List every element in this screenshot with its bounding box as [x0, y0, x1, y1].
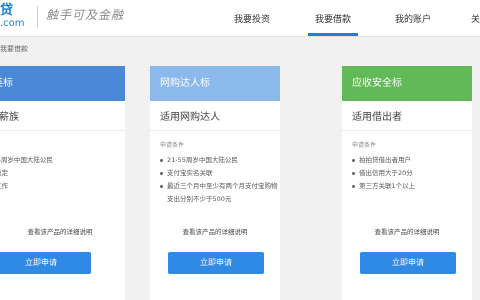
- card-divider: [0, 130, 125, 131]
- apply-button[interactable]: 立即申请: [168, 252, 264, 274]
- card-subtitle: 适用网购达人: [160, 112, 220, 123]
- nav-more[interactable]: 关: [471, 12, 480, 25]
- card-title: 应收安全标: [342, 66, 472, 101]
- nav-account[interactable]: 我的账户: [395, 12, 431, 25]
- condition-item: 收入稳定: [0, 167, 93, 180]
- condition-item: 最近三个月中至少有两个月支付宝购物: [160, 180, 278, 193]
- card-divider: [150, 130, 280, 131]
- condition-item: 稳定工作: [0, 180, 93, 193]
- product-card-online-shopper: 网购达人标 适用网购达人 申请条件 21-55周岁中国大陆公民 支付宝实名关联 …: [150, 66, 280, 300]
- breadcrumb: 我要借款: [0, 45, 28, 53]
- nav-borrow[interactable]: 我要借款: [315, 12, 351, 25]
- nav-active-indicator: [308, 33, 358, 36]
- conditions-list: 拍拍贷借出者用户 借出信用大于20分 第三方关联1个以上: [352, 154, 470, 193]
- conditions-label: 申请条件: [352, 142, 377, 149]
- conditions-list: 22-55周岁中国大陆公民 收入稳定 稳定工作: [0, 154, 93, 193]
- card-title: 网购达人标: [150, 66, 280, 101]
- product-detail-link[interactable]: 查看该产品的详细说明: [150, 226, 280, 236]
- condition-item: 21-55周岁中国大陆公民: [160, 154, 278, 167]
- nav-invest[interactable]: 我要投资: [234, 12, 270, 25]
- card-subtitle: 工薪族: [0, 108, 19, 123]
- product-card-receivable-safe: 应收安全标 适用借出者 申请条件 拍拍贷借出者用户 借出信用大于20分 第三方关…: [342, 66, 472, 300]
- apply-button[interactable]: 立即申请: [360, 252, 456, 274]
- conditions-label: 申请条件: [160, 142, 185, 149]
- product-detail-link[interactable]: 查看该产品的详细说明: [0, 226, 125, 236]
- main-nav: 我要投资 我要借款 我的账户 关: [0, 0, 480, 37]
- condition-item: 拍拍贷借出者用户: [352, 154, 470, 167]
- condition-item: 22-55周岁中国大陆公民: [0, 154, 93, 167]
- condition-item: 第三方关联1个以上: [352, 180, 470, 193]
- card-subtitle-text: 工薪族: [0, 112, 19, 123]
- top-header: 贷 .com 触手可及金融 我要投资 我要借款 我的账户 关: [0, 0, 480, 37]
- product-card-elite: 精英标 工薪族 22-55周岁中国大陆公民 收入稳定 稳定工作 查看该产品的详细…: [0, 66, 125, 300]
- condition-item: 支付宝实名关联: [160, 167, 278, 180]
- condition-item: 支出分别不少于500元: [167, 195, 232, 203]
- conditions-list: 21-55周岁中国大陆公民 支付宝实名关联 最近三个月中至少有两个月支付宝购物 …: [160, 154, 278, 206]
- condition-item: 借出信用大于20分: [352, 167, 470, 180]
- card-title: 精英标: [0, 66, 125, 101]
- card-subtitle: 适用借出者: [352, 112, 402, 123]
- card-title-text: 精英标: [0, 78, 13, 89]
- apply-button[interactable]: 立即申请: [0, 252, 91, 274]
- product-detail-link[interactable]: 查看该产品的详细说明: [342, 226, 472, 236]
- card-divider: [342, 130, 472, 131]
